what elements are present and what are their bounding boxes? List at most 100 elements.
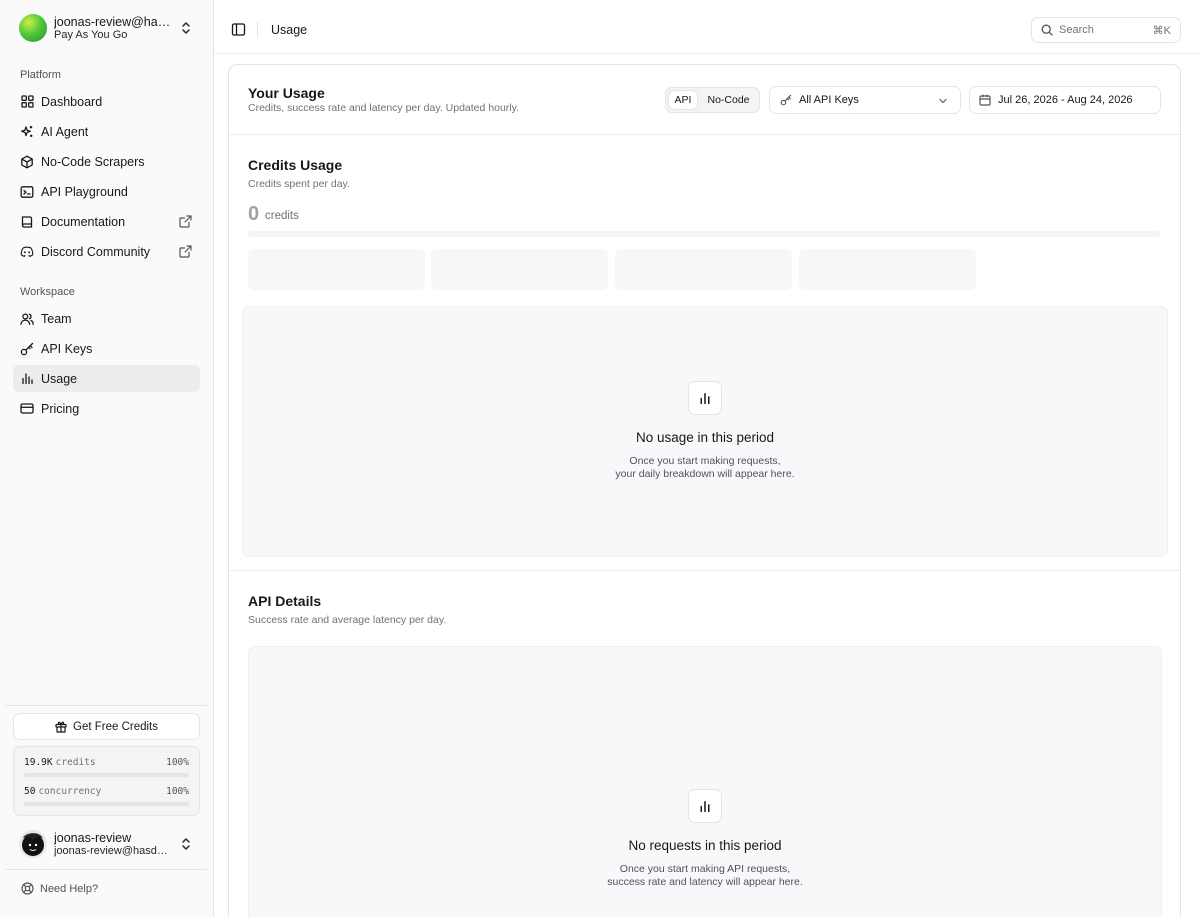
usage-header: Your Usage Credits, success rate and lat…	[229, 65, 1180, 135]
credits-quota-unit: credits	[55, 757, 96, 768]
credit-card-icon	[20, 402, 34, 416]
credits-usage-subtitle: Credits spent per day.	[248, 178, 350, 190]
breadcrumb: Usage	[271, 23, 308, 37]
stat-card-placeholder	[248, 249, 425, 290]
stat-card-placeholder	[799, 249, 976, 290]
api-details-empty-line1: Once you start making API requests,	[619, 863, 791, 875]
stat-card-placeholder	[431, 249, 608, 290]
sidebar-item-discord-community[interactable]: Discord Community	[13, 238, 200, 265]
search-shortcut: ⌘K	[1152, 25, 1171, 37]
source-toggle: API No-Code	[665, 87, 760, 113]
org-name: joonas-review@hasdata.com	[54, 14, 174, 29]
sidebar-item-label: Documentation	[41, 214, 126, 229]
user-switcher[interactable]: joonas-review joonas-review@hasdata.com	[13, 826, 201, 862]
segment-api[interactable]: API	[669, 91, 697, 109]
users-icon	[20, 312, 34, 326]
bar-chart-icon	[688, 381, 722, 415]
sidebar-item-ai-agent[interactable]: AI Agent	[13, 118, 200, 145]
bar-chart-icon	[20, 372, 34, 386]
concurrency-quota-value: 50	[24, 786, 36, 797]
api-details-empty-state: No requests in this period Once you star…	[248, 646, 1162, 917]
user-name: joonas-review	[54, 830, 132, 845]
terminal-icon	[20, 185, 34, 199]
credits-quota-row: 19.9K credits 100%	[24, 757, 189, 768]
credits-quota-bar	[24, 773, 189, 777]
quota-card: 19.9K credits 100% 50 concurrency 100%	[13, 746, 200, 816]
grid-icon	[20, 95, 34, 109]
search-input[interactable]: Search ⌘K	[1031, 17, 1181, 43]
sidebar-item-label: API Keys	[41, 341, 93, 356]
chevrons-up-down-icon	[182, 22, 190, 34]
sidebar-item-documentation[interactable]: Documentation	[13, 208, 200, 235]
sidebar: joonas-review@hasdata.com Pay As You Go …	[0, 0, 213, 917]
api-details-empty-line2: success rate and latency will appear her…	[607, 876, 803, 888]
sidebar-item-label: No-Code Scrapers	[41, 154, 145, 169]
sidebar-item-label: Team	[41, 311, 72, 326]
sidebar-item-usage[interactable]: Usage	[13, 365, 200, 392]
concurrency-quota-unit: concurrency	[38, 786, 102, 797]
credits-empty-line1: Once you start making requests,	[629, 455, 781, 467]
sidebar-item-label: Usage	[41, 371, 78, 386]
org-switcher[interactable]: joonas-review@hasdata.com Pay As You Go	[13, 10, 201, 46]
credits-empty-title: No usage in this period	[635, 430, 775, 445]
key-icon	[780, 94, 792, 106]
concurrency-quota-percent: 100%	[166, 786, 189, 797]
external-link-icon	[179, 215, 192, 228]
api-key-filter-select[interactable]: All API Keys	[769, 86, 961, 114]
sidebar-item-pricing[interactable]: Pricing	[13, 395, 200, 422]
calendar-icon	[979, 94, 991, 106]
sidebar-item-label: Dashboard	[41, 94, 103, 109]
book-icon	[20, 215, 34, 229]
usage-panel: Your Usage Credits, success rate and lat…	[228, 64, 1181, 917]
credits-progress-track	[248, 231, 1160, 237]
sidebar-item-api-playground[interactable]: API Playground	[13, 178, 200, 205]
api-key-filter-value: All API Keys	[799, 94, 859, 106]
credits-empty-line2: your daily breakdown will appear here.	[615, 468, 795, 480]
discord-icon	[20, 245, 34, 259]
org-avatar	[19, 14, 47, 42]
gift-icon	[55, 721, 67, 733]
api-details-title: API Details	[248, 593, 322, 609]
sidebar-toggle-icon[interactable]	[231, 22, 246, 37]
date-range-value: Jul 26, 2026 - Aug 24, 2026	[998, 94, 1133, 106]
credits-empty-state: No usage in this period Once you start m…	[242, 306, 1168, 557]
sidebar-item-label: API Playground	[41, 184, 128, 199]
sidebar-item-no-code-scrapers[interactable]: No-Code Scrapers	[13, 148, 200, 175]
sidebar-item-dashboard[interactable]: Dashboard	[13, 88, 200, 115]
sidebar-divider	[6, 705, 207, 706]
page-subtitle: Credits, success rate and latency per da…	[248, 102, 520, 114]
workspace-section-label: Workspace	[20, 286, 75, 298]
sparkles-icon	[20, 125, 34, 139]
external-link-icon	[179, 245, 192, 258]
concurrency-quota-row: 50 concurrency 100%	[24, 786, 189, 797]
sidebar-item-api-keys[interactable]: API Keys	[13, 335, 200, 362]
search-placeholder: Search	[1059, 24, 1094, 36]
org-plan: Pay As You Go	[54, 28, 128, 41]
box-icon	[20, 155, 34, 169]
api-details-subtitle: Success rate and average latency per day…	[248, 614, 447, 626]
segment-no-code[interactable]: No-Code	[700, 91, 757, 109]
sidebar-item-label: AI Agent	[41, 124, 89, 139]
section-divider	[229, 570, 1180, 571]
need-help-label: Need Help?	[40, 882, 99, 895]
sidebar-item-label: Discord Community	[41, 244, 151, 259]
sidebar-divider	[6, 869, 207, 870]
search-icon	[1041, 24, 1053, 36]
top-bar: Usage Search ⌘K	[214, 0, 1200, 54]
help-circle-icon	[21, 882, 34, 895]
page-title: Your Usage	[248, 85, 325, 101]
get-free-credits-button[interactable]: Get Free Credits	[13, 713, 200, 740]
chevrons-up-down-icon	[182, 838, 190, 850]
sidebar-item-team[interactable]: Team	[13, 305, 200, 332]
topbar-separator	[257, 22, 258, 37]
date-range-picker[interactable]: Jul 26, 2026 - Aug 24, 2026	[969, 86, 1161, 114]
platform-section-label: Platform	[20, 69, 61, 81]
bar-chart-icon	[688, 789, 722, 823]
credits-total-value: 0	[248, 203, 260, 225]
main-content: Usage Search ⌘K Your Usage Credits, succ…	[213, 0, 1200, 917]
get-free-credits-label: Get Free Credits	[73, 720, 158, 733]
key-icon	[20, 342, 34, 356]
stat-card-placeholder	[615, 249, 792, 290]
credits-usage-title: Credits Usage	[248, 157, 343, 173]
need-help-link[interactable]: Need Help?	[21, 882, 98, 895]
